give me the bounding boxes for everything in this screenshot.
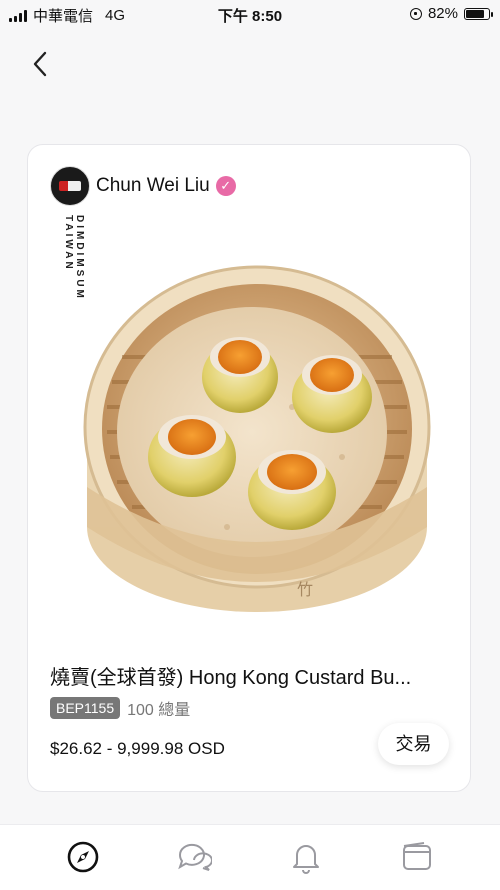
- token-badge: BEP1155: [50, 697, 121, 719]
- bell-icon: [293, 845, 319, 874]
- wallet-icon: [403, 842, 431, 870]
- battery-percent: 82%: [427, 5, 458, 22]
- back-button[interactable]: [26, 48, 58, 80]
- nav-chat[interactable]: [176, 839, 213, 875]
- status-bar: 中華電信 4G 下午 8:50 82%: [0, 0, 500, 28]
- creator-name[interactable]: Chun Wei Liu: [96, 175, 210, 197]
- trade-button[interactable]: 交易: [378, 723, 449, 765]
- dumpling-2: [202, 337, 278, 413]
- watermark-line-2: TAIWAN: [63, 215, 74, 272]
- verified-badge-icon: ✓: [215, 176, 236, 196]
- creator-row[interactable]: Chun Wei Liu ✓: [50, 166, 236, 206]
- battery-fill: [466, 9, 485, 18]
- nft-meta: BEP1155 100 總量: [50, 696, 190, 720]
- price-range: $26.62 - 9,999.98 OSD: [50, 739, 225, 758]
- supply-label: 100 總量: [127, 702, 191, 719]
- watermark-line-1: DIMDIMSUM: [74, 215, 85, 301]
- nft-card[interactable]: Chun Wei Liu ✓ 竹 DIMDIMSUM TAIWAN 燒賣(全球首…: [27, 144, 471, 792]
- nft-title[interactable]: 燒賣(全球首發) Hong Kong Custard Bu...: [50, 661, 450, 690]
- chat-bubbles-icon: [178, 843, 213, 871]
- chevron-left-icon: [33, 51, 47, 77]
- compass-icon: [67, 841, 99, 873]
- svg-text:竹: 竹: [297, 581, 313, 599]
- nav-wallet[interactable]: [399, 839, 435, 875]
- status-right: 82%: [409, 5, 493, 22]
- artwork-watermark: DIMDIMSUM TAIWAN: [63, 215, 85, 301]
- avatar[interactable]: [50, 166, 90, 206]
- bottom-nav: [0, 824, 500, 890]
- battery-icon: [464, 7, 493, 20]
- artwork-image[interactable]: 竹: [52, 207, 448, 627]
- orientation-lock-icon: [409, 7, 422, 20]
- avatar-logo: [59, 181, 81, 191]
- nav-explore[interactable]: [65, 839, 101, 875]
- nav-notifications[interactable]: [288, 839, 324, 875]
